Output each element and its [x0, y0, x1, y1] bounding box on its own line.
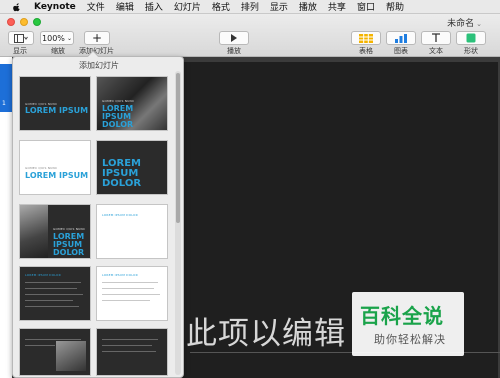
menu-view[interactable]: 显示	[270, 0, 288, 13]
layout-thumbnail[interactable]: GOMEC QUIS NUNC LOREM IPSUM DOLOR	[20, 205, 90, 258]
view-button[interactable]	[8, 31, 34, 45]
text-line	[102, 339, 158, 340]
table-label: 表格	[359, 47, 373, 55]
menu-window[interactable]: 窗口	[357, 0, 375, 13]
menu-help[interactable]: 帮助	[386, 0, 404, 13]
text-line	[102, 351, 156, 352]
menu-format[interactable]: 格式	[212, 0, 230, 13]
text-line	[102, 300, 150, 301]
menu-slide[interactable]: 幻灯片	[174, 0, 201, 13]
chevron-down-icon: ⌄	[66, 34, 72, 42]
text-line	[102, 288, 154, 289]
thumbnail-photo	[56, 341, 86, 371]
layout-thumbnail[interactable]: LOREM IPSUM DOLOR	[20, 267, 90, 320]
scrollbar-thumb[interactable]	[176, 73, 180, 223]
text-button[interactable]	[421, 31, 451, 45]
layout-thumbnail[interactable]: GOMEC QUIS NUNC LOREM IPSUM DOLOR	[97, 77, 167, 130]
thumbnail-title: LOREM IPSUM DOLOR	[53, 232, 85, 257]
menu-file[interactable]: 文件	[87, 0, 105, 13]
chevron-down-icon: ⌄	[476, 20, 482, 28]
add-slide-button[interactable]: +	[84, 31, 110, 45]
text-icon	[432, 33, 440, 42]
menu-arrange[interactable]: 排列	[241, 0, 259, 13]
window-controls	[7, 18, 41, 26]
view-label: 显示	[13, 47, 27, 55]
thumbnail-title: LOREM IPSUM DOLOR	[102, 158, 142, 189]
watermark-title: 百科全说	[360, 304, 444, 328]
popover-title: 添加幻灯片	[79, 61, 119, 70]
apple-logo-icon[interactable]	[12, 2, 22, 12]
shape-button[interactable]	[456, 31, 486, 45]
text-line	[102, 282, 158, 283]
window-toolbar: 未命名 ⌄ 显示 100% ⌄ 缩放 + 添加幻灯片 播放 表格 图表 文本 形…	[0, 14, 500, 57]
keynote-screen: Keynote 文件 编辑 插入 幻灯片 格式 排列 显示 播放 共享 窗口 帮…	[0, 0, 500, 378]
thumbnail-title: LOREM IPSUM DOLOR	[102, 273, 138, 277]
shape-icon	[466, 33, 476, 43]
minimize-window-button[interactable]	[20, 18, 28, 26]
play-button[interactable]	[219, 31, 249, 45]
layout-thumbnail[interactable]	[20, 329, 90, 375]
close-window-button[interactable]	[7, 18, 15, 26]
layout-thumbnail[interactable]	[97, 329, 167, 375]
thumbnail-title: LOREM IPSUM DOLOR	[25, 273, 61, 277]
layout-thumbnail[interactable]: LOREM IPSUM DOLOR	[97, 267, 167, 320]
play-label: 播放	[227, 47, 241, 55]
menu-bar: Keynote 文件 编辑 插入 幻灯片 格式 排列 显示 播放 共享 窗口 帮…	[0, 0, 500, 14]
add-slide-popover: 添加幻灯片 GOMEC QUIS NUNC LOREM IPSUM DOLOR …	[12, 50, 184, 378]
plus-icon: +	[91, 31, 103, 45]
document-title-text: 未命名	[447, 19, 475, 29]
thumbnail-subtitle: GOMEC QUIS NUNC	[102, 99, 135, 103]
menu-app-keynote[interactable]: Keynote	[34, 2, 76, 12]
table-icon	[359, 33, 373, 43]
selected-slide-thumbnail[interactable]: 1	[0, 64, 12, 112]
text-line	[25, 306, 79, 307]
thumbnail-title: LOREM IPSUM DOLOR	[102, 213, 138, 217]
text-label: 文本	[429, 47, 443, 55]
table-button[interactable]	[351, 31, 381, 45]
menu-share[interactable]: 共享	[328, 0, 346, 13]
slide-number: 1	[2, 100, 6, 107]
watermark: 百科全说 助你轻松解决	[352, 292, 464, 356]
text-line	[25, 300, 73, 301]
thumbnail-title: LOREM IPSUM DOLOR	[25, 171, 90, 180]
layout-thumbnail[interactable]: LOREM IPSUM DOLOR	[97, 205, 167, 258]
layout-thumbnail[interactable]: GOMEC QUIS NUNC LOREM IPSUM DOLOR	[20, 141, 90, 194]
thumbnail-subtitle: GOMEC QUIS NUNC	[25, 166, 58, 170]
sidebar-view-icon	[14, 33, 28, 43]
zoom-value: 100%	[42, 33, 65, 43]
watermark-subtitle: 助你轻松解决	[374, 333, 446, 346]
layout-thumbnail[interactable]: LOREM IPSUM DOLOR	[97, 141, 167, 194]
play-icon	[231, 34, 237, 42]
document-title[interactable]: 未命名 ⌄	[447, 16, 482, 29]
thumbnail-title: LOREM IPSUM DOLOR	[102, 104, 134, 129]
text-line	[25, 339, 81, 340]
chart-button[interactable]	[386, 31, 416, 45]
fullscreen-window-button[interactable]	[33, 18, 41, 26]
layout-thumbnail[interactable]: GOMEC QUIS NUNC LOREM IPSUM DOLOR	[20, 77, 90, 130]
bar-chart-icon	[395, 33, 407, 43]
text-line	[25, 288, 77, 289]
slide-title-placeholder[interactable]: 此项以编辑	[186, 308, 346, 353]
text-line	[102, 294, 160, 295]
text-line	[25, 282, 81, 283]
thumbnail-photo	[20, 205, 48, 258]
menu-edit[interactable]: 编辑	[116, 0, 134, 13]
thumbnail-title: LOREM IPSUM DOLOR	[25, 106, 90, 115]
popover-scrollbar[interactable]	[175, 71, 181, 375]
menu-play[interactable]: 播放	[299, 0, 317, 13]
zoom-label: 缩放	[51, 47, 65, 55]
chart-label: 图表	[394, 47, 408, 55]
zoom-select[interactable]: 100% ⌄	[40, 31, 74, 45]
text-line	[102, 345, 152, 346]
shape-label: 形状	[464, 47, 478, 55]
text-line	[25, 345, 55, 346]
text-line	[25, 294, 83, 295]
menu-insert[interactable]: 插入	[145, 0, 163, 13]
thumbnail-subtitle: GOMEC QUIS NUNC	[53, 227, 86, 231]
